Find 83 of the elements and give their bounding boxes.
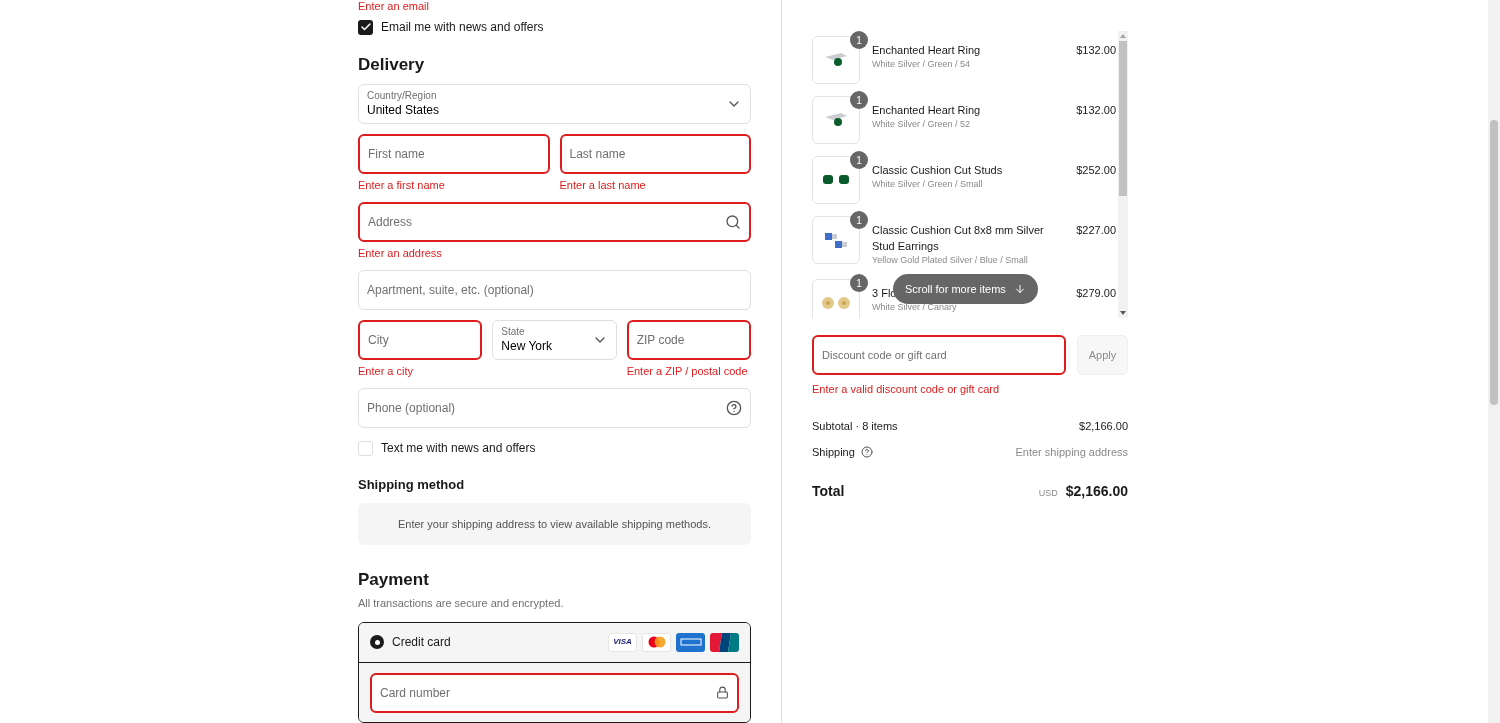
lock-icon [716, 686, 729, 700]
error-message: Enter an address [358, 247, 443, 260]
radio-button[interactable] [370, 635, 384, 650]
checkbox-label: Email me with news and offers [381, 19, 544, 36]
subtotal-label: Subtotal · 8 items [812, 418, 898, 434]
input-field[interactable]: Last name [559, 134, 751, 174]
currency-code: USD [1038, 486, 1058, 500]
placeholder-text: Phone (optional) [367, 400, 456, 417]
quantity-badge: 1 [850, 91, 868, 109]
input-field[interactable]: Phone (optional) [358, 388, 751, 428]
product-price: $132.00 [1076, 103, 1117, 118]
placeholder-text: Discount code or gift card [822, 347, 947, 363]
unionpay-logo [710, 632, 739, 652]
placeholder-text: Last name [569, 146, 626, 163]
input-field[interactable]: Card number [370, 672, 739, 713]
product-price: $227.00 [1076, 223, 1117, 238]
error-message: Enter a last name [559, 179, 647, 192]
quantity-badge: 1 [850, 211, 868, 229]
section-heading: Delivery [358, 54, 426, 76]
product-price: $252.00 [1076, 163, 1117, 178]
scroll-up-arrow-icon[interactable] [1120, 34, 1126, 38]
select-field[interactable]: State New York [492, 320, 617, 360]
field-label: Country/Region [367, 90, 438, 103]
product-name: Classic Cushion Cut Studs [872, 163, 1003, 178]
product-name: Enchanted Heart Ring [872, 103, 981, 118]
visa-logo: VISA [608, 632, 637, 652]
input-field[interactable]: Apartment, suite, etc. (optional) [358, 270, 751, 310]
mastercard-logo [642, 632, 671, 652]
error-message: Enter a ZIP / postal code [626, 365, 749, 378]
field-label: State [501, 326, 526, 339]
product-price: $132.00 [1076, 43, 1117, 58]
select-field[interactable]: Country/Region United States [358, 84, 751, 124]
payment-label: Credit card [392, 634, 451, 652]
error-message: Enter a city [358, 365, 415, 378]
scrollbar[interactable] [1118, 31, 1128, 318]
page-scrollbar[interactable] [1488, 0, 1500, 723]
amex-logo [676, 632, 705, 652]
shipping-value: Enter shipping address [1015, 445, 1128, 460]
product-name: Classic Cushion Cut 8x8 mm Silver Stud Earrings [872, 223, 1045, 254]
total-value: $2,166.00 [1065, 481, 1128, 501]
input-field[interactable]: First name [358, 134, 550, 174]
placeholder-text: First name [368, 146, 425, 163]
input-field[interactable]: Discount code or gift card [812, 335, 1066, 375]
total-label: Total [812, 481, 845, 501]
placeholder-text: ZIP code [636, 332, 685, 349]
shipping-label: Shipping [812, 445, 855, 460]
product-variant: White Silver / Green / 52 [872, 118, 971, 131]
payment-option[interactable]: Credit card VISA [359, 622, 750, 663]
placeholder-text: Apartment, suite, etc. (optional) [367, 282, 534, 299]
quantity-badge: 1 [850, 31, 868, 49]
error-message: Enter an email [358, 0, 430, 13]
product-name: Enchanted Heart Ring [872, 43, 981, 58]
input-field[interactable]: City [358, 320, 483, 360]
section-subtitle: All transactions are secure and encrypted. [358, 596, 565, 612]
shipping-notice: Enter your shipping address to view available shipping methods. [358, 502, 751, 546]
placeholder-text: City [368, 332, 389, 349]
arrow-down-icon [1013, 283, 1026, 295]
input-field[interactable]: ZIP code [626, 320, 751, 360]
quantity-badge: 1 [850, 151, 868, 169]
quantity-badge: 1 [850, 274, 868, 292]
placeholder-text: Card number [380, 684, 451, 702]
help-icon [726, 400, 742, 416]
input-field[interactable]: Address [358, 202, 751, 242]
error-message: Enter a valid discount code or gift card [812, 382, 1001, 397]
section-heading: Shipping method [358, 476, 466, 494]
product-variant: White Silver / Green / 54 [872, 58, 971, 71]
scroll-down-arrow-icon[interactable] [1120, 311, 1126, 315]
checkbox[interactable] [358, 19, 373, 35]
field-value: United States [367, 102, 440, 118]
product-variant: Yellow Gold Plated Silver / Blue / Small [872, 254, 1028, 267]
search-icon [725, 214, 741, 230]
checkbox-label: Text me with news and offers [381, 440, 536, 457]
product-price: $279.00 [1076, 286, 1117, 301]
subtotal-value: $2,166.00 [1079, 418, 1128, 434]
product-variant: White Silver / Green / Small [872, 178, 983, 191]
apply-button[interactable]: Apply [1077, 335, 1128, 375]
placeholder-text: Address [368, 214, 413, 231]
field-value: New York [501, 338, 553, 354]
checkbox[interactable] [358, 440, 373, 456]
error-message: Enter a first name [358, 179, 446, 192]
help-icon[interactable] [860, 446, 873, 459]
section-heading: Payment [358, 569, 430, 592]
scroll-hint-button[interactable]: Scroll for more items [893, 274, 1038, 304]
